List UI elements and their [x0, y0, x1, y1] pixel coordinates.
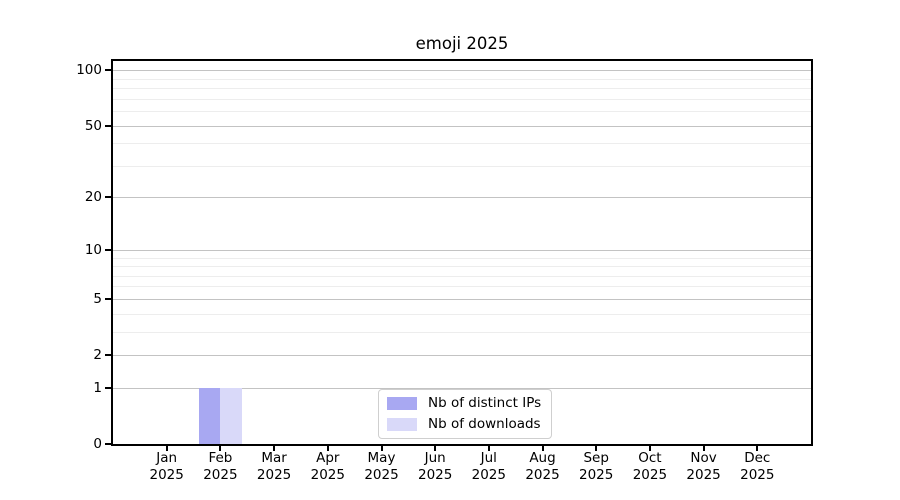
y-gridline-minor: [113, 266, 811, 267]
y-gridline-major: [113, 197, 811, 199]
y-gridline-major: [113, 125, 811, 127]
legend-item-distinct-ips: Nb of distinct IPs: [387, 394, 541, 412]
y-gridline-major: [113, 298, 811, 300]
plot-area: [111, 59, 813, 446]
y-gridline-minor: [113, 88, 811, 89]
y-tick-label: 100: [76, 62, 102, 79]
y-tick: [105, 248, 111, 251]
y-gridline-minor: [113, 286, 811, 288]
legend-swatch-downloads-icon: [387, 417, 417, 431]
y-gridline-minor: [113, 275, 811, 277]
y-tick: [105, 386, 111, 389]
chart-title: emoji 2025: [415, 34, 509, 53]
figure: emoji 2025 Nb of distinct IPs Nb of down…: [0, 0, 900, 500]
y-gridline-minor: [113, 78, 811, 80]
legend-label-distinct-ips: Nb of distinct IPs: [428, 395, 542, 411]
y-tick-label: 20: [84, 189, 102, 206]
y-tick-label: 1: [93, 379, 102, 396]
y-gridline-minor: [113, 110, 811, 112]
legend-label-downloads: Nb of downloads: [428, 416, 541, 432]
y-gridline-minor: [113, 313, 811, 315]
y-tick: [105, 354, 111, 356]
y-tick-label: 10: [84, 241, 102, 258]
y-tick: [105, 124, 111, 127]
y-tick: [105, 297, 111, 300]
y-tick-label: 0: [93, 436, 102, 452]
y-gridline-minor: [113, 143, 811, 145]
bar: [198, 387, 221, 444]
legend-item-downloads: Nb of downloads: [387, 415, 541, 433]
y-gridline-major: [113, 355, 811, 356]
bar: [220, 387, 243, 444]
y-tick: [105, 196, 111, 199]
legend: Nb of distinct IPs Nb of downloads: [378, 389, 553, 439]
y-tick: [105, 443, 111, 445]
y-tick: [105, 69, 111, 72]
y-gridline-major: [113, 249, 811, 251]
legend-swatch-distinct-ips-icon: [387, 396, 417, 410]
y-gridline-minor: [113, 257, 811, 259]
y-tick-label: 2: [93, 347, 102, 363]
x-tick-label: Dec 2025: [740, 450, 775, 483]
y-gridline-major: [113, 70, 811, 72]
y-gridline-minor: [113, 165, 811, 167]
y-gridline-minor: [113, 98, 811, 100]
y-tick-label: 5: [93, 290, 102, 307]
y-gridline-minor: [113, 331, 811, 333]
y-tick-label: 50: [84, 117, 102, 134]
